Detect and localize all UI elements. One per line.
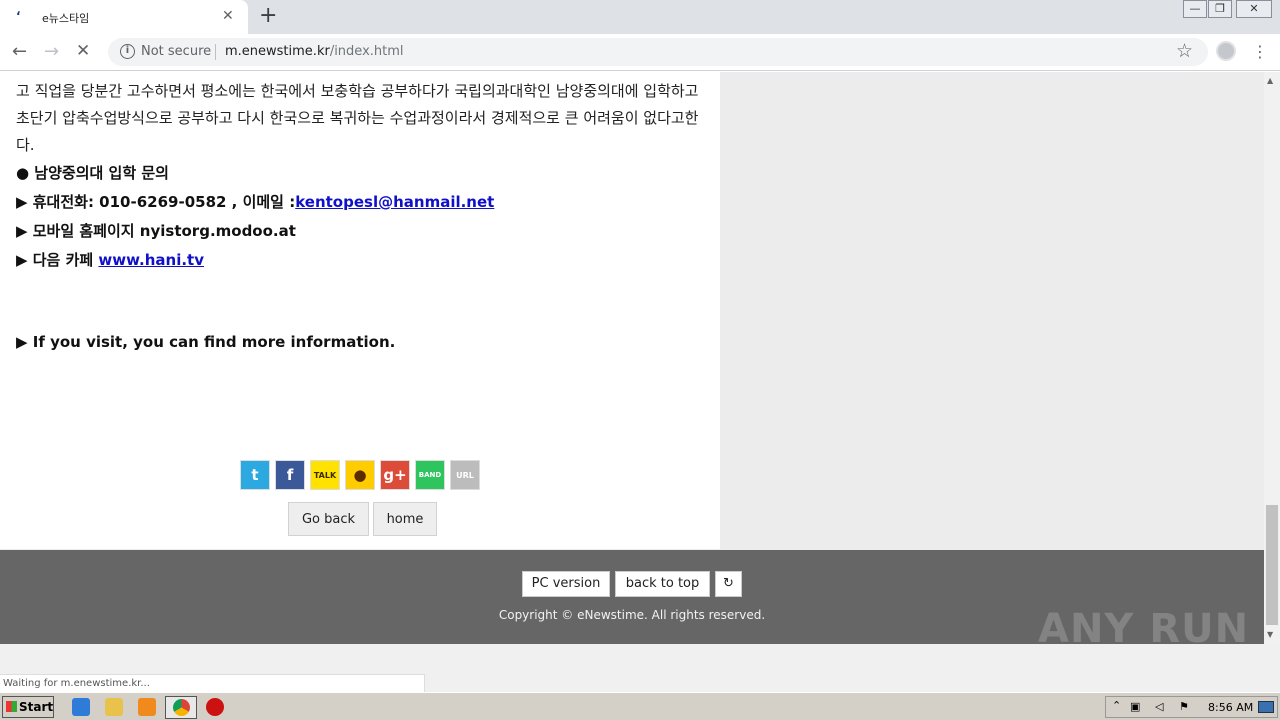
scroll-up-icon[interactable]: ▲: [1267, 76, 1273, 85]
tab-title: e뉴스타임: [42, 12, 90, 25]
security-indicator[interactable]: Not secure: [141, 44, 211, 59]
volume-icon[interactable]: ◁: [1155, 700, 1163, 713]
url-host: m.enewstime.kr: [225, 44, 330, 59]
start-label: Start: [19, 700, 54, 714]
scroll-thumb[interactable]: [1266, 505, 1278, 625]
cafe-label: ▶ 다음 카페: [16, 251, 99, 269]
show-desktop-icon[interactable]: [1258, 701, 1274, 713]
kakaotalk-icon[interactable]: TALK: [310, 460, 340, 490]
twitter-icon[interactable]: t: [240, 460, 270, 490]
url-separator: [215, 44, 216, 60]
close-window-button[interactable]: ✕: [1236, 0, 1272, 18]
stop-loading-icon[interactable]: ✕: [76, 41, 90, 61]
site-favicon-icon: ʻ: [16, 9, 21, 23]
media-player-icon[interactable]: [138, 698, 156, 716]
anyrun-watermark: ANY RUN: [1038, 606, 1250, 652]
url-copy-icon[interactable]: URL: [450, 460, 480, 490]
back-arrow-icon[interactable]: ←: [12, 41, 27, 62]
forward-arrow-icon[interactable]: →: [44, 41, 59, 62]
cafe-line: ▶ 다음 카페 www.hani.tv: [16, 249, 204, 270]
go-back-button[interactable]: Go back: [288, 502, 369, 536]
share-icons: t f TALK ● g+ BAND URL: [240, 460, 480, 490]
new-tab-button[interactable]: +: [259, 3, 277, 28]
cafe-link[interactable]: www.hani.tv: [98, 251, 204, 269]
start-button[interactable]: Start: [2, 696, 54, 718]
admission-heading: ● 남양중의대 입학 문의: [16, 164, 169, 182]
refresh-icon[interactable]: ↻: [715, 571, 742, 597]
url-text[interactable]: m.enewstime.kr/index.html: [225, 44, 404, 59]
address-bar[interactable]: i Not secure m.enewstime.kr/index.html ☆: [108, 38, 1208, 66]
restore-button[interactable]: ❐: [1208, 0, 1232, 18]
googleplus-icon[interactable]: g+: [380, 460, 410, 490]
browser-toolbar: ← → ✕ i Not secure m.enewstime.kr/index.…: [0, 34, 1280, 71]
mobile-homepage-line: ▶ 모바일 홈페이지 nyistorg.modoo.at: [16, 222, 296, 240]
chrome-menu-icon[interactable]: ⋮: [1252, 42, 1268, 61]
internet-explorer-icon[interactable]: [72, 698, 90, 716]
pc-version-button[interactable]: PC version: [522, 571, 610, 597]
tray-expand-icon[interactable]: ⌃: [1112, 699, 1121, 712]
close-tab-icon[interactable]: ✕: [222, 8, 234, 24]
back-to-top-button[interactable]: back to top: [615, 571, 710, 597]
url-path: /index.html: [329, 44, 404, 59]
info-icon[interactable]: i: [120, 44, 135, 59]
file-explorer-icon[interactable]: [105, 698, 123, 716]
status-bar: Waiting for m.enewstime.kr...: [0, 674, 425, 692]
taskbar-clock[interactable]: 8:56 AM: [1208, 701, 1253, 714]
tab-strip: ʻ e뉴스타임 ✕ + — ❐ ✕: [0, 0, 1280, 34]
page-viewport: 고 직업을 당분간 고수하면서 평소에는 한국에서 보충학습 공부하다가 국립의…: [0, 72, 1264, 644]
chrome-taskbar-button[interactable]: [165, 696, 197, 719]
article-paragraph: 고 직업을 당분간 고수하면서 평소에는 한국에서 보충학습 공부하다가 국립의…: [16, 82, 699, 154]
email-link[interactable]: kentopesl@hanmail.net: [295, 193, 494, 211]
browser-tab[interactable]: ʻ e뉴스타임 ✕: [0, 0, 248, 34]
windows-logo-icon: [6, 701, 17, 712]
network-icon[interactable]: ▣: [1130, 700, 1140, 713]
facebook-icon[interactable]: f: [275, 460, 305, 490]
bookmark-star-icon[interactable]: ☆: [1176, 40, 1193, 62]
home-button[interactable]: home: [373, 502, 437, 536]
scroll-down-icon[interactable]: ▼: [1267, 630, 1273, 639]
windows-taskbar: Start ⌃ ▣ ◁ ⚑ 8:56 AM: [0, 692, 1280, 720]
antivirus-icon[interactable]: [206, 698, 224, 716]
minimize-button[interactable]: —: [1183, 0, 1207, 18]
band-icon[interactable]: BAND: [415, 460, 445, 490]
kakaostory-icon[interactable]: ●: [345, 460, 375, 490]
chrome-icon: [173, 699, 190, 716]
vertical-scrollbar[interactable]: ▲ ▼: [1264, 72, 1280, 644]
visit-info-line: ▶ If you visit, you can find more inform…: [16, 333, 396, 351]
contact-line: ▶ 휴대전화: 010-6269-0582 , 이메일 :kentopesl@h…: [16, 191, 494, 212]
profile-avatar-icon[interactable]: [1216, 41, 1236, 61]
phone-text: ▶ 휴대전화: 010-6269-0582 , 이메일 :: [16, 193, 296, 211]
article-body: 고 직업을 당분간 고수하면서 평소에는 한국에서 보충학습 공부하다가 국립의…: [0, 72, 720, 549]
action-center-flag-icon[interactable]: ⚑: [1179, 700, 1189, 713]
